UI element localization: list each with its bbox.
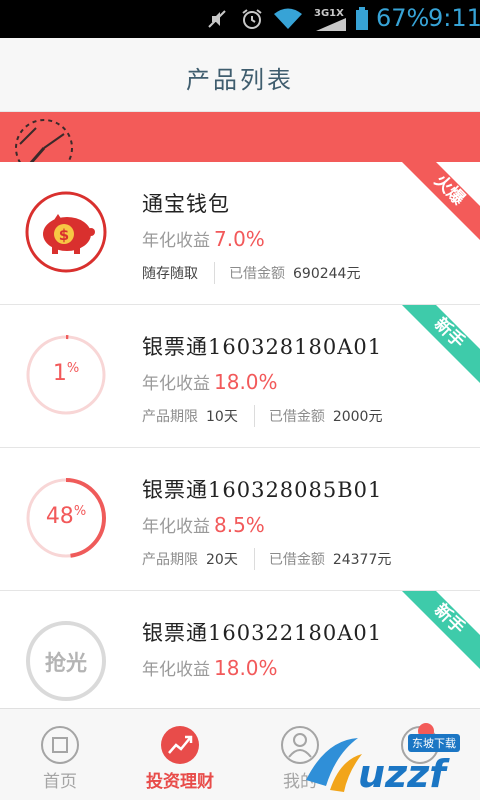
investment-chart-icon	[160, 725, 200, 765]
page-title: 产品列表	[186, 66, 294, 94]
battery-percentage: 67%	[376, 4, 430, 32]
tab-home[interactable]: 首页	[0, 709, 120, 800]
yield-label: 年化收益	[142, 660, 210, 680]
hot-badge: 火爆	[402, 162, 480, 240]
watermark-logo: 东坡下载 uzzf	[296, 730, 480, 796]
watermark-swirl-icon	[306, 738, 362, 792]
product-name: 银票通160328085B01	[142, 478, 383, 502]
piggy-bank-icon: $	[24, 190, 108, 274]
page-header: 产品列表	[0, 38, 480, 112]
term-label: 产品期限	[142, 409, 198, 425]
borrowed-label: 已借金额	[268, 552, 325, 568]
yield-value: 18.0%	[214, 656, 278, 680]
tab-label: 投资理财	[146, 772, 214, 792]
yield-row: 年化收益 18.0%	[142, 655, 278, 680]
product-meta: 产品期限 20天 已借金额 24377元	[142, 548, 391, 570]
product-meta: 产品期限 10天 已借金额 2000元	[142, 405, 382, 427]
product-name: 银票通160322180A01	[142, 621, 383, 645]
yield-value: 8.5%	[214, 513, 265, 537]
clock-illustration-icon	[15, 119, 73, 162]
divider	[253, 405, 255, 427]
new-user-badge: 新手	[402, 591, 480, 669]
yield-label: 年化收益	[142, 374, 210, 394]
divider	[253, 548, 255, 570]
product-item-tongbao-wallet[interactable]: 火爆 $ 通宝钱包 年化收益 7.0% 随存随取 已借金额 690244元	[0, 162, 480, 305]
sold-out-label: 抢光	[45, 651, 87, 675]
product-item-160328180a01[interactable]: 新手 1% 银票通160328180A01 年化收益 18.0% 产品期限 10天…	[0, 305, 480, 448]
term-text: 随存随取	[142, 266, 198, 282]
product-name: 通宝钱包	[142, 192, 230, 216]
home-icon	[40, 725, 80, 765]
svg-text:3G1X: 3G1X	[314, 8, 344, 19]
wifi-icon	[272, 6, 304, 32]
yield-label: 年化收益	[142, 517, 210, 537]
yield-label: 年化收益	[142, 231, 210, 251]
yield-value: 18.0%	[214, 370, 278, 394]
status-bar: 3G1X 67% 9:11	[0, 0, 480, 38]
borrowed-value: 2000元	[332, 409, 383, 425]
product-item-160328085b01[interactable]: 48% 银票通160328085B01 年化收益 8.5% 产品期限 20天 已借…	[0, 448, 480, 591]
borrowed-value: 690244元	[293, 266, 361, 282]
yield-row: 年化收益 18.0%	[142, 369, 278, 394]
promo-banner[interactable]	[0, 112, 480, 162]
yield-value: 7.0%	[214, 227, 265, 251]
svg-text:$: $	[59, 226, 69, 244]
product-meta: 随存随取 已借金额 690244元	[142, 262, 360, 284]
product-name: 银票通160328180A01	[142, 335, 383, 359]
product-item-160322180a01[interactable]: 新手 抢光 银票通160322180A01 年化收益 18.0%	[0, 591, 480, 708]
borrowed-label: 已借金额	[229, 266, 285, 282]
term-value: 10天	[206, 409, 238, 425]
clock: 9:11	[428, 4, 480, 32]
watermark-text: uzzf	[358, 752, 446, 796]
divider	[214, 262, 215, 284]
battery-icon	[354, 6, 370, 32]
term-label: 产品期限	[142, 552, 198, 568]
new-user-badge: 新手	[402, 305, 480, 383]
borrowed-label: 已借金额	[268, 409, 325, 425]
term-value: 20天	[206, 552, 238, 568]
tab-label: 首页	[43, 772, 77, 792]
yield-row: 年化收益 8.5%	[142, 512, 265, 537]
signal-icon: 3G1X	[314, 6, 348, 32]
tab-investment[interactable]: 投资理财	[120, 709, 240, 800]
progress-text: 1%	[52, 361, 80, 386]
progress-text: 48%	[45, 504, 87, 529]
yield-row: 年化收益 7.0%	[142, 226, 265, 251]
mute-icon	[204, 6, 230, 32]
alarm-icon	[238, 6, 266, 32]
borrowed-value: 24377元	[332, 552, 392, 568]
watermark-tag: 东坡下载	[408, 734, 460, 752]
